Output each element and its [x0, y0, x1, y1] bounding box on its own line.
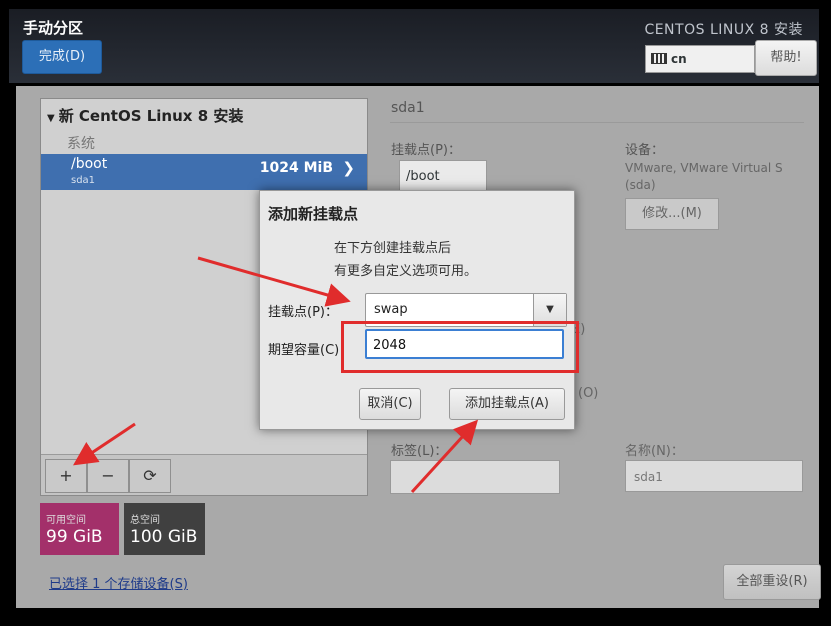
- partition-toolbar: + − ⟳: [41, 454, 367, 495]
- dialog-desc-line2: 有更多自定义选项可用。: [334, 264, 478, 279]
- add-partition-button[interactable]: +: [45, 459, 87, 493]
- modify-button[interactable]: 修改...(M): [625, 198, 719, 230]
- dialog-description: 在下方创建挂载点后 有更多自定义选项可用。: [334, 237, 477, 283]
- dialog-mount-label: 挂载点(P)：: [268, 305, 338, 320]
- mount-point-combo-value[interactable]: swap: [374, 302, 408, 317]
- mount-point-label: 挂载点(P)：: [391, 143, 461, 158]
- expand-arrow-icon: ▼: [47, 113, 55, 124]
- remove-partition-button[interactable]: −: [87, 459, 129, 493]
- add-mount-point-dialog: 添加新挂载点 在下方创建挂载点后 有更多自定义选项可用。 挂载点(P)： swa…: [259, 190, 575, 430]
- available-space-box: 可用空间 99 GiB: [40, 503, 119, 555]
- app-title: 手动分区: [23, 19, 84, 37]
- dialog-title: 添加新挂载点: [268, 205, 359, 223]
- partition-mount: /boot: [71, 156, 108, 172]
- reset-all-button[interactable]: 全部重设(R): [723, 564, 821, 600]
- total-space-label: 总空间: [130, 515, 160, 526]
- dialog-desc-line1: 在下方创建挂载点后: [334, 241, 452, 256]
- available-space-value: 99 GiB: [46, 527, 103, 547]
- partition-detail-title: sda1: [391, 100, 425, 116]
- keyboard-icon: [651, 53, 667, 64]
- name-field-label: 名称(N)：: [625, 444, 684, 459]
- divider: [390, 122, 804, 123]
- obscured-label-o: (O): [578, 386, 599, 401]
- partition-device: sda1: [71, 175, 96, 186]
- keyboard-layout-indicator[interactable]: cn: [645, 45, 755, 73]
- tree-title: 新 CentOS Linux 8 安装: [58, 107, 244, 125]
- section-label-system: 系统: [67, 136, 95, 152]
- done-button[interactable]: 完成(D): [22, 40, 102, 74]
- installer-title: CENTOS LINUX 8 安装: [644, 22, 803, 38]
- cancel-button[interactable]: 取消(C): [359, 388, 421, 420]
- total-space-box: 总空间 100 GiB: [124, 503, 205, 555]
- label-field-label: 标签(L)：: [391, 444, 448, 459]
- partition-row-boot[interactable]: /boot sda1 1024 MiB ❯: [41, 154, 367, 190]
- label-input[interactable]: [390, 460, 560, 494]
- total-space-value: 100 GiB: [130, 527, 198, 547]
- annotation-highlight-box: [341, 321, 579, 373]
- device-info-line2: (sda): [625, 178, 656, 192]
- dialog-capacity-label: 期望容量(C)：: [268, 343, 353, 358]
- name-input[interactable]: sda1: [625, 460, 803, 492]
- mount-point-input[interactable]: /boot: [399, 160, 487, 192]
- keyboard-layout-label: cn: [671, 52, 687, 66]
- storage-devices-link[interactable]: 已选择 1 个存储设备(S): [49, 573, 188, 592]
- device-info: VMware, VMware Virtual S (sda): [625, 160, 783, 194]
- device-label: 设备：: [625, 143, 665, 158]
- add-mount-point-button[interactable]: 添加挂载点(A): [449, 388, 565, 420]
- refresh-button[interactable]: ⟳: [129, 459, 171, 493]
- available-space-label: 可用空间: [46, 515, 86, 526]
- help-button[interactable]: 帮助!: [755, 40, 817, 76]
- chevron-right-icon: ❯: [342, 159, 355, 177]
- install-tree-header[interactable]: ▼ 新 CentOS Linux 8 安装: [47, 105, 243, 126]
- partition-size: 1024 MiB: [259, 160, 333, 176]
- top-bar: 手动分区 完成(D) CENTOS LINUX 8 安装 cn 帮助!: [9, 9, 819, 83]
- device-info-line1: VMware, VMware Virtual S: [625, 161, 783, 175]
